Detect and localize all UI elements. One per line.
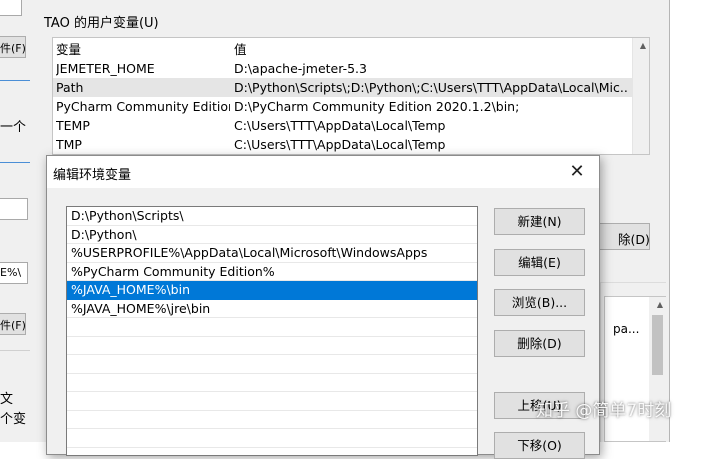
- watermark: 知乎 @简单7时刻: [536, 401, 672, 421]
- edit-button[interactable]: 编辑(E): [494, 249, 585, 276]
- scrollbar-thumb[interactable]: [652, 315, 663, 375]
- list-item-selected[interactable]: %JAVA_HOME%\bin: [67, 281, 477, 300]
- empty-list-row[interactable]: [67, 318, 477, 337]
- empty-list-row[interactable]: [67, 392, 477, 411]
- list-item[interactable]: %JAVA_HOME%\jre\bin: [67, 300, 477, 318]
- bg-text-fragment: 文: [0, 392, 14, 407]
- empty-list-row[interactable]: [67, 411, 477, 429]
- edit-environment-variable-dialog: 编辑环境变量 ✕ D:\Python\Scripts\ D:\Python\ %…: [46, 155, 600, 459]
- browse-button[interactable]: 浏览(B)...: [494, 289, 585, 316]
- bg-browse-file-button[interactable]: 件(F)..: [0, 36, 26, 58]
- list-item-selected[interactable]: Path D:\Python\Scripts\;D:\Python\;C:\Us…: [53, 78, 633, 97]
- variable-value: C:\Users\TTT\AppData\Local\Temp: [234, 137, 446, 152]
- variable-name: JEMETER_HOME: [56, 61, 155, 76]
- bg-field-value[interactable]: E%\: [0, 262, 28, 284]
- user-variables-group-title: TAO 的用户变量(U): [44, 16, 159, 31]
- scroll-up-arrow-icon[interactable]: ▲: [640, 41, 646, 50]
- list-item[interactable]: %USERPROFILE%\AppData\Local\Microsoft\Wi…: [67, 244, 477, 263]
- empty-list-row[interactable]: [67, 337, 477, 355]
- variable-name: TEMP: [56, 118, 90, 133]
- column-header-variable[interactable]: 变量: [56, 40, 230, 59]
- close-icon[interactable]: ✕: [555, 156, 599, 188]
- user-variables-list[interactable]: 变量 值 JEMETER_HOME D:\apache-jmeter-5.3 P…: [52, 37, 650, 155]
- variable-name: PyCharm Community Edition: [56, 99, 230, 114]
- list-item[interactable]: JEMETER_HOME D:\apache-jmeter-5.3: [53, 59, 633, 78]
- list-item[interactable]: D:\Python\Scripts\: [67, 207, 477, 226]
- delete-button[interactable]: 删除(D): [494, 330, 585, 357]
- bg-text-fragment: 一个: [0, 120, 27, 135]
- list-item[interactable]: TMP C:\Users\TTT\AppData\Local\Temp: [53, 135, 633, 154]
- move-down-button[interactable]: 下移(O): [494, 432, 585, 459]
- list-item[interactable]: TEMP C:\Users\TTT\AppData\Local\Temp: [53, 116, 633, 135]
- path-entries-list[interactable]: D:\Python\Scripts\ D:\Python\ %USERPROFI…: [66, 206, 478, 456]
- bg-field[interactable]: [0, 198, 28, 220]
- bg-field-top[interactable]: [0, 0, 22, 16]
- variable-name: TMP: [56, 137, 82, 152]
- list-header: 变量 值: [53, 40, 633, 59]
- variable-value: D:\PyCharm Community Edition 2020.1.2\bi…: [234, 99, 520, 114]
- bg-divider: [0, 80, 30, 81]
- empty-list-row[interactable]: [67, 355, 477, 374]
- vertical-scrollbar[interactable]: ▲: [632, 38, 649, 154]
- bg-divider: [0, 350, 30, 351]
- new-button[interactable]: 新建(N): [494, 208, 585, 235]
- list-item[interactable]: D:\Python\: [67, 226, 477, 244]
- list-item[interactable]: %PyCharm Community Edition%: [67, 263, 477, 281]
- empty-list-row[interactable]: [67, 429, 477, 448]
- variable-value: D:\apache-jmeter-5.3: [234, 61, 367, 76]
- variable-name: Path: [56, 80, 84, 95]
- scroll-up-arrow-icon[interactable]: ▲: [657, 300, 663, 309]
- dialog-titlebar[interactable]: 编辑环境变量 ✕: [47, 156, 599, 188]
- system-variable-value-fragment: pa...: [613, 322, 640, 336]
- column-header-value[interactable]: 值: [234, 40, 629, 59]
- delete-user-variable-button[interactable]: 除(D): [598, 223, 650, 250]
- bg-divider: [0, 162, 30, 163]
- list-item[interactable]: PyCharm Community Edition D:\PyCharm Com…: [53, 97, 633, 116]
- variable-value: C:\Users\TTT\AppData\Local\Temp: [234, 118, 446, 133]
- variable-value: D:\Python\Scripts\;D:\Python\;C:\Users\T…: [234, 80, 629, 95]
- bg-text-fragment: 个变: [0, 412, 27, 427]
- dialog-title: 编辑环境变量: [53, 168, 132, 183]
- empty-list-row[interactable]: [67, 374, 477, 392]
- bg-browse-file-button[interactable]: 件(F)..: [0, 313, 26, 335]
- background-window-strip: 件(F).. 一个 E%\ 件(F).. 文 个变: [0, 0, 30, 442]
